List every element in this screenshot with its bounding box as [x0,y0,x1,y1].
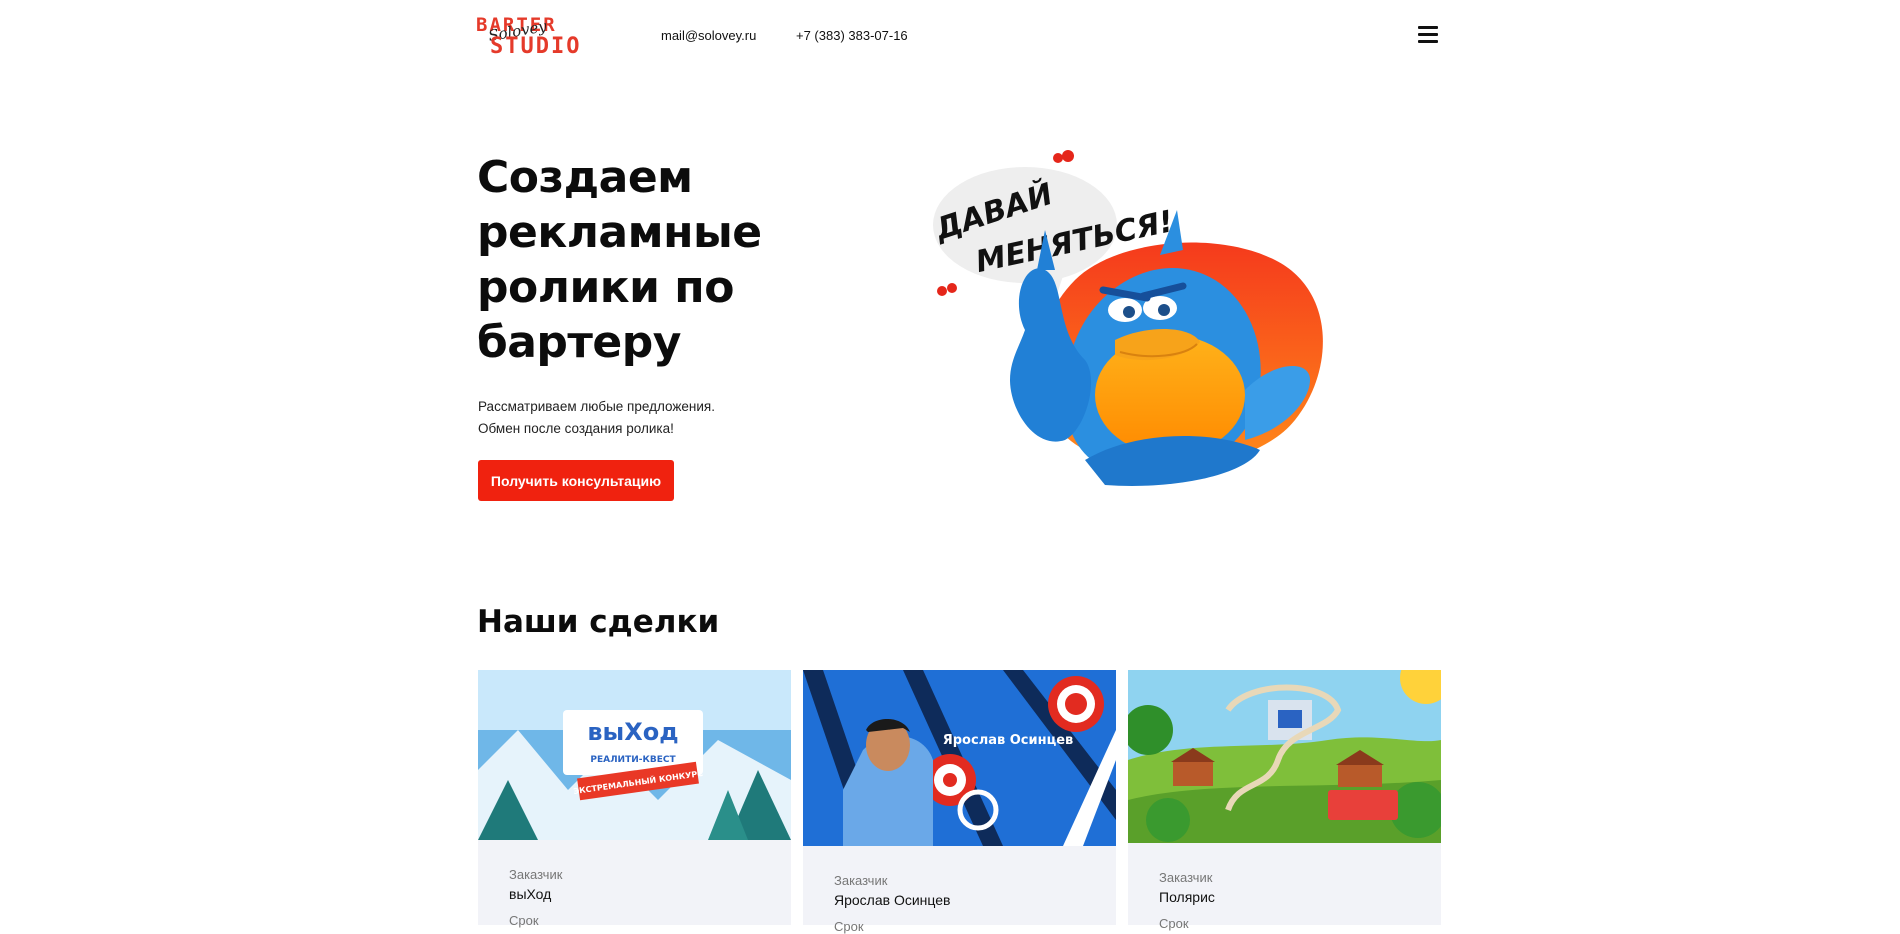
header-phone-link[interactable]: +7 (383) 383-07-16 [796,28,908,43]
deal-thumbnail-image [1128,670,1441,843]
hamburger-menu-icon[interactable] [1418,26,1438,43]
logo-bottom-text: STUDIO [490,34,582,59]
hero-bird-illustration: ДАВАЙ МЕНЯТЬСЯ! [930,150,1323,486]
deal-card[interactable]: выХод РЕАЛИТИ-КВЕСТ ЭКСТРЕМАЛЬНЫЙ КОНКУР… [478,670,791,928]
thumb-subtitle-text: РЕАЛИТИ-КВЕСТ [590,755,676,765]
hero-subtitle-line-1: Рассматриваем любые предложения. [478,399,715,414]
customer-value: Ярослав Осинцев [834,892,951,908]
deal-thumbnail-image: выХод РЕАЛИТИ-КВЕСТ ЭКСТРЕМАЛЬНЫЙ КОНКУР… [478,670,791,840]
deal-thumbnail-image: Ярослав Осинцев [803,670,1116,846]
deals-section-title: Наши сделки [477,604,720,640]
customer-label: Заказчик [1159,870,1213,885]
customer-value: выХод [509,886,552,902]
header-email-link[interactable]: mail@solovey.ru [661,28,756,43]
deal-card[interactable]: Ярослав Осинцев Заказчик Ярослав Осинцев… [803,670,1116,934]
customer-label: Заказчик [834,873,888,888]
hero-title: Создаем рекламные ролики по бартеру [477,152,762,368]
term-label: Срок [834,919,864,934]
term-label: Срок [1159,916,1189,931]
term-label: Срок [509,913,539,928]
page: BARTER Solovey STUDIO mail@solovey.ru +7… [0,0,1900,934]
thumb-person-text: Ярослав Осинцев [943,733,1074,748]
deal-card[interactable]: Заказчик Полярис Срок [1128,670,1441,931]
deal-thumbnail: Ярослав Осинцев [803,670,1116,846]
hero-subtitle-line-2: Обмен после создания ролика! [478,421,674,436]
thumb-logo-text: выХод [587,718,678,746]
brand-logo[interactable]: BARTER Solovey STUDIO [476,14,579,59]
get-consultation-button[interactable]: Получить консультацию [478,460,674,501]
customer-label: Заказчик [509,867,563,882]
deal-thumbnail [1128,670,1441,843]
customer-value: Полярис [1159,889,1215,905]
deal-thumbnail: выХод РЕАЛИТИ-КВЕСТ ЭКСТРЕМАЛЬНЫЙ КОНКУР… [478,670,791,840]
hero-subtitle: Рассматриваем любые предложения. Обмен п… [478,396,715,440]
